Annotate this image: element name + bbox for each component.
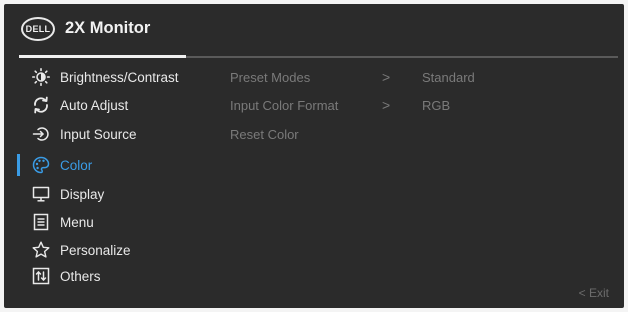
menu-item-display[interactable]: Display	[16, 181, 212, 207]
menu-label-auto-adjust: Auto Adjust	[60, 97, 129, 113]
submenu-preset-modes[interactable]: Preset Modes	[230, 70, 310, 85]
auto-adjust-icon	[32, 96, 50, 114]
menu-label-brightness-contrast: Brightness/Contrast	[60, 69, 179, 85]
menu-icon	[32, 213, 50, 231]
menu-item-menu[interactable]: Menu	[16, 209, 212, 235]
logo-text: DELL	[25, 24, 51, 34]
dell-logo: DELL	[21, 17, 55, 41]
chevron-right-icon: >	[382, 69, 391, 85]
color-palette-icon	[32, 156, 50, 174]
osd-window: DELL 2X Monitor Brightness/Contrast Auto…	[4, 4, 624, 308]
monitor-title: 2X Monitor	[65, 19, 151, 37]
menu-label-others: Others	[60, 268, 101, 284]
menu-label-display: Display	[60, 186, 105, 202]
submenu-reset-color[interactable]: Reset Color	[230, 127, 299, 142]
menu-item-brightness-contrast[interactable]: Brightness/Contrast	[16, 64, 212, 90]
chevron-right-icon: >	[382, 97, 391, 113]
brightness-icon	[32, 68, 50, 86]
menu-item-input-source[interactable]: Input Source	[16, 121, 212, 147]
exit-button[interactable]: < Exit	[579, 286, 609, 300]
display-icon	[32, 185, 50, 203]
header: DELL 2X Monitor	[4, 4, 624, 56]
menu-label-color: Color	[60, 157, 93, 173]
menu-item-auto-adjust[interactable]: Auto Adjust	[16, 92, 212, 118]
menu-label-personalize: Personalize	[60, 242, 131, 258]
submenu-input-color-format[interactable]: Input Color Format	[230, 98, 338, 113]
header-divider	[186, 56, 618, 58]
header-divider-active	[19, 55, 186, 58]
menu-label-menu: Menu	[60, 214, 94, 230]
menu-item-personalize[interactable]: Personalize	[16, 237, 212, 263]
input-source-icon	[32, 125, 50, 143]
preset-modes-value: Standard	[422, 70, 475, 85]
menu-label-input-source: Input Source	[60, 126, 137, 142]
input-color-format-value: RGB	[422, 98, 451, 113]
menu-item-others[interactable]: Others	[16, 263, 212, 289]
star-icon	[32, 241, 50, 259]
menu-item-color[interactable]: Color	[16, 152, 212, 178]
others-icon	[32, 267, 50, 285]
